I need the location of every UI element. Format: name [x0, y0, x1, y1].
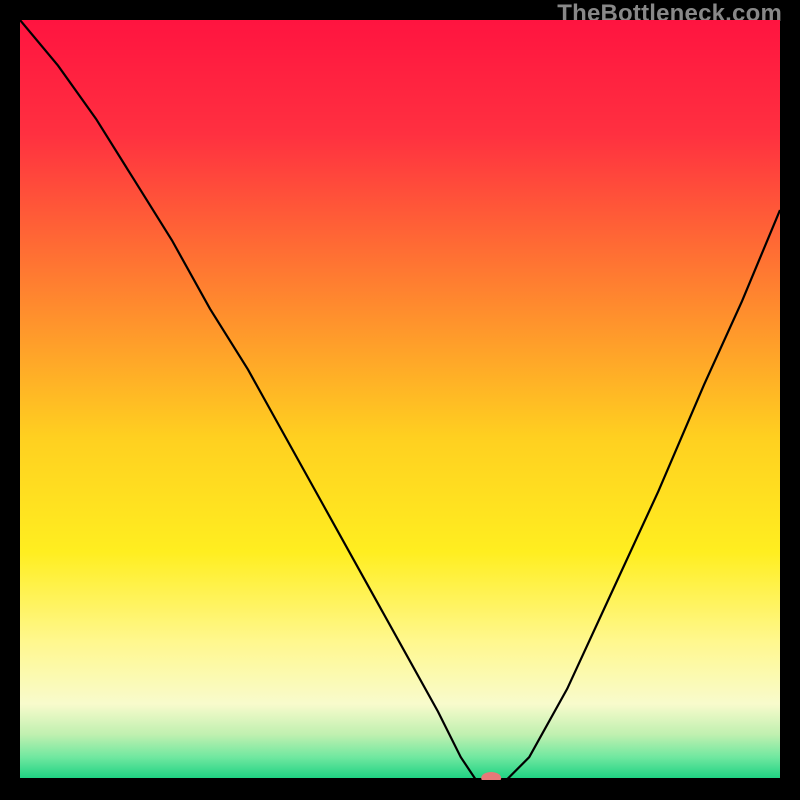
- chart-svg: [20, 20, 780, 780]
- plot-background: [20, 20, 780, 780]
- chart-container: TheBottleneck.com: [0, 0, 800, 800]
